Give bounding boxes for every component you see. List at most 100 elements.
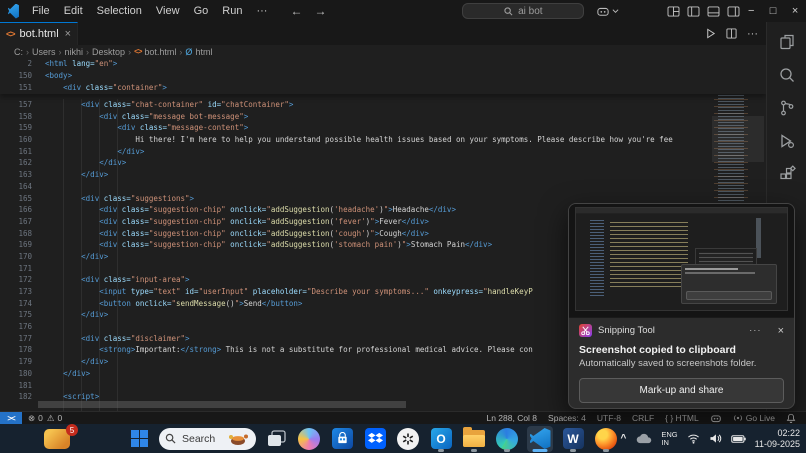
- code-line: 159 <div class="message-content">: [18, 123, 249, 133]
- snipping-tool-toast: Snipping Tool ··· × Screenshot copied to…: [568, 203, 795, 409]
- run-debug-icon[interactable]: [777, 131, 797, 151]
- markup-share-button[interactable]: Mark-up and share: [579, 378, 784, 403]
- code-line: 157 <div class="chat-container" id="chatC…: [18, 100, 294, 109]
- tray-overflow-button[interactable]: ^: [621, 433, 627, 444]
- snipping-tool-icon: [579, 324, 592, 337]
- task-view-icon: [267, 430, 286, 446]
- start-button[interactable]: [126, 426, 152, 452]
- code-line: 163 </div>: [18, 170, 109, 180]
- word-icon: W: [562, 428, 584, 449]
- forward-arrow-icon[interactable]: →: [314, 4, 326, 18]
- html-file-icon: <>: [6, 29, 15, 39]
- source-control-icon[interactable]: [777, 98, 797, 118]
- start-icon: [130, 430, 148, 447]
- search-value: ai bot: [518, 5, 543, 17]
- minimap-slider[interactable]: [712, 116, 764, 162]
- code-line: 161 </div>: [18, 146, 145, 156]
- vscode-logo-icon[interactable]: [8, 3, 19, 19]
- menu-go[interactable]: Go: [187, 0, 216, 22]
- panel-left-icon[interactable]: [687, 5, 700, 17]
- broadcast-icon: [733, 415, 742, 421]
- breadcrumb-users[interactable]: Users: [32, 47, 56, 57]
- maximize-button[interactable]: □: [762, 0, 784, 22]
- tab-close-icon[interactable]: ×: [65, 28, 71, 40]
- explorer-icon[interactable]: [777, 32, 797, 52]
- battery-icon[interactable]: [730, 434, 746, 444]
- command-search-box[interactable]: ai bot: [462, 3, 585, 19]
- dropbox-button[interactable]: [362, 426, 388, 452]
- panel-bottom-icon[interactable]: [707, 5, 720, 17]
- extensions-icon[interactable]: [777, 164, 797, 184]
- menu-view[interactable]: View: [149, 0, 187, 22]
- taskbar: 5 Search O W ^ ENG IN 02:22 11-09-2025: [0, 424, 806, 453]
- code-line: 164: [18, 181, 32, 191]
- edge-icon: [496, 427, 518, 450]
- notifications-bell-icon[interactable]: [786, 413, 796, 423]
- firefox-icon: [595, 427, 617, 450]
- encoding[interactable]: UTF-8: [597, 413, 621, 423]
- menu-file[interactable]: File: [25, 0, 57, 22]
- file-explorer-button[interactable]: [461, 426, 487, 452]
- horizontal-scrollbar[interactable]: [38, 401, 406, 408]
- indentation[interactable]: Spaces: 4: [548, 413, 586, 423]
- word-button[interactable]: W: [560, 426, 586, 452]
- html-file-icon: <>: [134, 47, 142, 56]
- search-icon[interactable]: [777, 65, 797, 85]
- language-mode[interactable]: { } HTML: [665, 413, 699, 423]
- menu-edit[interactable]: Edit: [57, 0, 90, 22]
- copilot-button[interactable]: [296, 426, 322, 452]
- breadcrumb-file[interactable]: bot.html: [144, 47, 176, 57]
- code-line: 158 <div class="message bot-message">: [18, 111, 249, 121]
- titlebar: File Edit Selection View Go Run ··· ← → …: [0, 0, 806, 22]
- layout-grid-icon[interactable]: [667, 5, 680, 17]
- eol-sequence[interactable]: CRLF: [632, 413, 654, 423]
- go-live-button[interactable]: Go Live: [733, 413, 775, 423]
- split-editor-icon[interactable]: [726, 28, 737, 39]
- remote-indicator[interactable]: ><: [0, 411, 22, 425]
- toast-close-icon[interactable]: ×: [778, 325, 784, 337]
- breadcrumb-desktop[interactable]: Desktop: [92, 47, 125, 57]
- breadcrumb-drive[interactable]: C:: [14, 47, 23, 57]
- tab-label: bot.html: [19, 28, 59, 40]
- widgets-button[interactable]: 5: [44, 424, 78, 450]
- warning-icon: ⚠: [46, 412, 55, 423]
- problems-warnings[interactable]: ⚠ 0: [47, 413, 62, 424]
- chatgpt-button[interactable]: [395, 426, 421, 452]
- panel-right-icon[interactable]: [727, 5, 740, 17]
- copilot-status-icon[interactable]: [710, 413, 722, 423]
- taskbar-search-box[interactable]: Search: [159, 427, 256, 450]
- menu-run[interactable]: Run: [215, 0, 249, 22]
- firefox-button[interactable]: [593, 426, 619, 452]
- problems-errors[interactable]: ⊗ 0: [28, 413, 43, 424]
- run-button[interactable]: [705, 28, 716, 39]
- breadcrumb-nikhi[interactable]: nikhi: [65, 47, 84, 57]
- task-view-button[interactable]: [263, 426, 289, 452]
- cursor-position[interactable]: Ln 288, Col 8: [486, 413, 537, 423]
- store-icon: [331, 428, 353, 449]
- close-button[interactable]: ×: [784, 0, 806, 22]
- back-arrow-icon[interactable]: ←: [290, 4, 302, 18]
- volume-icon[interactable]: [709, 433, 722, 444]
- store-button[interactable]: [329, 426, 355, 452]
- sticky-scroll: 2 <html lang="en"> 150 <body> 151 <div class=…: [0, 58, 766, 94]
- search-icon: [165, 433, 176, 444]
- onedrive-icon[interactable]: [635, 433, 652, 444]
- breadcrumb-symbol-html[interactable]: html: [195, 47, 212, 57]
- status-bar: >< ⊗ 0 ⚠ 0 Ln 288, Col 8 Spaces: 4 UTF-8 C…: [0, 411, 806, 425]
- clock[interactable]: 02:22 11-09-2025: [755, 428, 800, 449]
- menu-selection[interactable]: Selection: [90, 0, 149, 22]
- screenshot-thumbnail[interactable]: [569, 204, 794, 318]
- toast-title: Screenshot copied to clipboard: [579, 344, 736, 356]
- chevron-down-icon: [612, 9, 619, 13]
- edge-button[interactable]: [494, 426, 520, 452]
- toast-more-icon[interactable]: ···: [749, 325, 762, 336]
- editor-more-actions-icon[interactable]: ···: [747, 28, 758, 40]
- outlook-button[interactable]: O: [428, 426, 454, 452]
- minimize-button[interactable]: −: [740, 0, 762, 22]
- menu-more[interactable]: ···: [249, 0, 274, 22]
- vscode-taskbar-button[interactable]: [527, 425, 553, 452]
- tab-bot-html[interactable]: <> bot.html ×: [0, 22, 78, 45]
- copilot-menu[interactable]: [596, 5, 619, 17]
- language-indicator[interactable]: ENG IN: [661, 430, 677, 447]
- wifi-icon[interactable]: [687, 433, 700, 444]
